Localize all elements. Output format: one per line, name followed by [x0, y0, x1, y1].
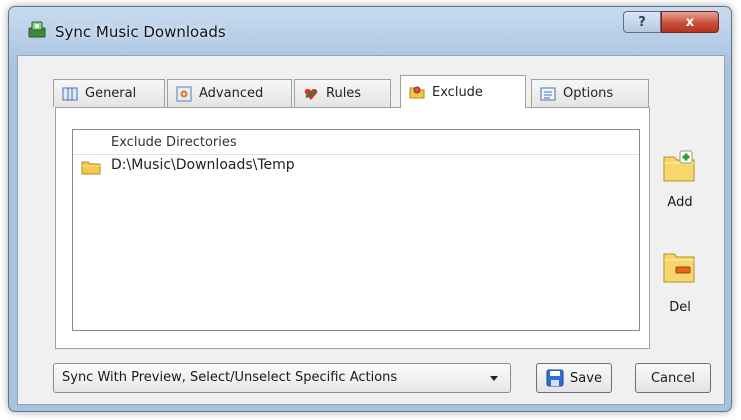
- list-item[interactable]: D:\Music\Downloads\Temp: [73, 155, 639, 177]
- sync-mode-value: Sync With Preview, Select/Unselect Speci…: [62, 370, 398, 385]
- tab-general-label: General: [85, 86, 137, 101]
- cancel-button[interactable]: Cancel: [635, 363, 711, 393]
- list-header-label: Exclude Directories: [111, 135, 237, 150]
- sync-mode-select[interactable]: Sync With Preview, Select/Unselect Speci…: [53, 363, 511, 393]
- del-button-label: Del: [669, 300, 691, 315]
- close-button[interactable]: x: [661, 11, 719, 33]
- exclude-tab-panel: Exclude Directories D:\Music\Downloads\T…: [55, 107, 650, 349]
- rules-icon: [304, 88, 318, 100]
- options-icon: [540, 87, 556, 100]
- dialog-footer: Sync With Preview, Select/Unselect Speci…: [18, 358, 724, 398]
- advanced-icon: [176, 86, 192, 101]
- tab-exclude-label: Exclude: [432, 84, 483, 100]
- del-button[interactable]: Del: [650, 250, 710, 330]
- folder-icon: [81, 161, 101, 175]
- tab-rules[interactable]: Rules: [294, 79, 391, 107]
- save-button[interactable]: Save: [536, 363, 612, 393]
- delete-folder-icon: [663, 253, 695, 283]
- title-bar[interactable]: Sync Music Downloads ? x: [9, 7, 731, 55]
- tab-exclude[interactable]: Exclude: [400, 75, 526, 108]
- tab-advanced[interactable]: Advanced: [167, 79, 292, 107]
- general-icon: [62, 87, 78, 100]
- save-button-label: Save: [570, 370, 602, 386]
- window-title: Sync Music Downloads: [55, 23, 226, 41]
- tab-options[interactable]: Options: [531, 79, 649, 107]
- save-icon: [546, 369, 564, 387]
- list-item-path: D:\Music\Downloads\Temp: [111, 157, 295, 173]
- tab-options-label: Options: [563, 86, 614, 101]
- close-icon: x: [685, 14, 695, 30]
- tab-advanced-label: Advanced: [199, 86, 264, 101]
- help-icon: ?: [638, 14, 646, 30]
- exclude-directories-list[interactable]: Exclude Directories D:\Music\Downloads\T…: [72, 129, 640, 331]
- add-folder-icon: [663, 150, 695, 182]
- exclude-icon: [409, 86, 425, 99]
- help-button[interactable]: ?: [623, 11, 661, 33]
- dialog-client-area: General Advanced Rules Exclude Options E…: [17, 55, 725, 405]
- list-column-header[interactable]: Exclude Directories: [73, 130, 639, 155]
- tab-general[interactable]: General: [53, 79, 165, 107]
- tab-rules-label: Rules: [326, 86, 362, 101]
- dialog-window: Sync Music Downloads ? x General Advance…: [8, 6, 732, 412]
- add-button-label: Add: [667, 195, 693, 210]
- cancel-button-label: Cancel: [650, 370, 696, 386]
- chevron-down-icon: [490, 376, 498, 381]
- app-icon: [28, 21, 46, 38]
- add-button[interactable]: Add: [650, 149, 710, 229]
